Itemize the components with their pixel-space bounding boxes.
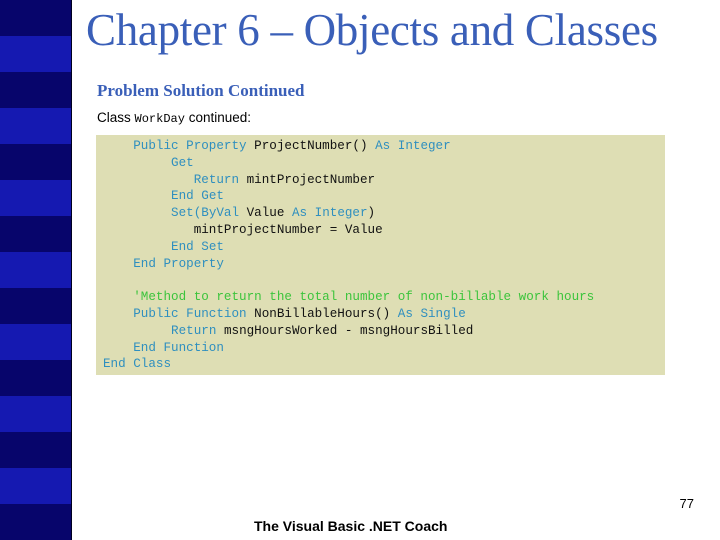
code-keyword: End Class xyxy=(103,357,172,372)
code-keyword: End Get xyxy=(171,189,224,204)
code-keyword: Public Function xyxy=(133,306,247,321)
code-text: NonBillableHours() xyxy=(246,306,398,321)
code-keyword: Get xyxy=(171,155,194,170)
sidebar-stripe xyxy=(0,468,71,504)
code-keyword: End Function xyxy=(133,340,224,355)
sidebar-stripe xyxy=(0,324,71,360)
code-keyword: End Property xyxy=(133,256,224,271)
sidebar-stripe xyxy=(0,144,71,180)
code-text: mintProjectNumber = Value xyxy=(103,222,383,237)
sidebar-stripe xyxy=(0,72,71,108)
code-line: End Function xyxy=(103,340,665,357)
code-keyword: As Single xyxy=(397,306,466,321)
code-keyword: End Set xyxy=(171,239,224,254)
slide-title: Chapter 6 – Objects and Classes xyxy=(86,5,658,55)
decorative-sidebar xyxy=(0,0,72,540)
code-text: Value xyxy=(239,206,292,221)
code-line: Get xyxy=(103,155,665,172)
code-text: mintProjectNumber xyxy=(239,172,376,187)
sidebar-stripe xyxy=(0,360,71,396)
code-line: 'Method to return the total number of no… xyxy=(103,289,665,306)
code-keyword: As Integer xyxy=(375,139,451,153)
code-line: End Get xyxy=(103,188,665,205)
slide-subtitle: Problem Solution Continued xyxy=(97,81,305,100)
code-line: End Property xyxy=(103,256,665,273)
code-keyword: Set(ByVal xyxy=(171,206,240,221)
code-line: Return mintProjectNumber xyxy=(103,172,665,189)
sidebar-stripe xyxy=(0,0,71,36)
code-keyword: Return xyxy=(171,323,217,338)
code-line: End Set xyxy=(103,239,665,256)
code-line: mintProjectNumber = Value xyxy=(103,222,665,239)
caption-class-name: WorkDay xyxy=(134,112,185,126)
code-block: Public Property ProjectNumber() As Integ… xyxy=(96,135,665,375)
code-keyword: Return xyxy=(193,172,240,187)
sidebar-stripe xyxy=(0,180,71,216)
sidebar-stripe xyxy=(0,216,71,252)
sidebar-stripe xyxy=(0,504,71,540)
code-comment: 'Method to return the total number of no… xyxy=(133,290,595,305)
code-text: msngHoursWorked - msngHoursBilled xyxy=(216,323,474,338)
code-keyword: Public Property xyxy=(133,139,247,153)
sidebar-stripe xyxy=(0,432,71,468)
caption-prefix: Class xyxy=(97,110,135,125)
code-line: Public Property ProjectNumber() As Integ… xyxy=(103,138,665,155)
code-line: Set(ByVal Value As Integer) xyxy=(103,205,665,222)
code-line: End Class xyxy=(103,356,665,373)
code-text: ProjectNumber() xyxy=(246,139,376,153)
code-line: Return msngHoursWorked - msngHoursBilled xyxy=(103,323,665,340)
sidebar-stripe xyxy=(0,108,71,144)
sidebar-stripe xyxy=(0,252,71,288)
code-keyword: As Integer xyxy=(291,206,368,221)
sidebar-stripe xyxy=(0,36,71,72)
code-caption: Class WorkDay continued: xyxy=(97,110,251,126)
page-number: 77 xyxy=(679,496,694,511)
code-line: Public Function NonBillableHours() As Si… xyxy=(103,306,665,323)
sidebar-stripe xyxy=(0,396,71,432)
caption-suffix: continued: xyxy=(184,110,251,125)
footer-text: The Visual Basic .NET Coach xyxy=(254,518,448,534)
code-text: ) xyxy=(367,206,376,221)
sidebar-stripe xyxy=(0,288,71,324)
